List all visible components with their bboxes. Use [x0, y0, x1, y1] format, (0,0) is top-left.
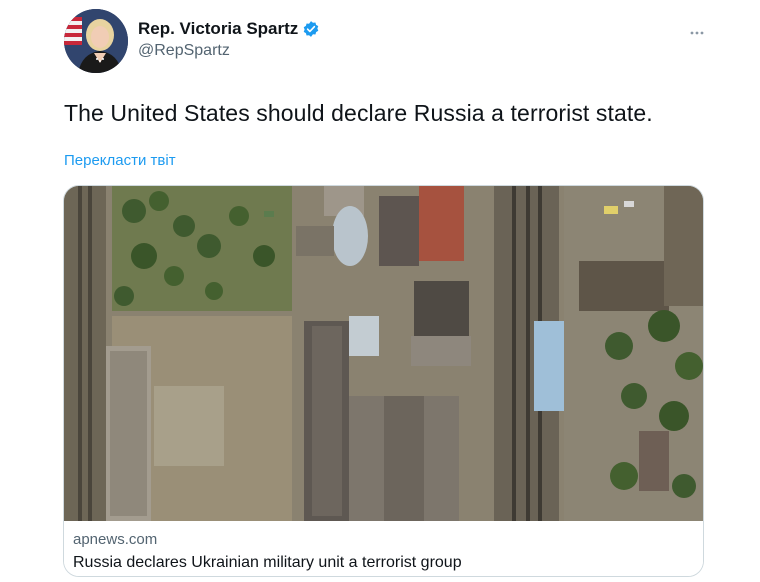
translate-tweet-link[interactable]: Перекласти твіт — [64, 152, 176, 169]
link-card[interactable]: apnews.com Russia declares Ukrainian mil… — [63, 185, 704, 577]
satellite-image[interactable] — [64, 186, 703, 521]
link-card-domain: apnews.com — [73, 531, 158, 548]
tweet-text: The United States should declare Russia … — [64, 100, 653, 126]
author-name[interactable]: Rep. Victoria Spartz — [138, 19, 298, 39]
author-name-row[interactable]: Rep. Victoria Spartz — [138, 19, 320, 39]
author-avatar[interactable] — [64, 9, 128, 73]
link-card-title[interactable]: Russia declares Ukrainian military unit … — [73, 554, 462, 572]
verified-badge-icon — [302, 20, 320, 38]
ellipsis-icon[interactable] — [690, 22, 704, 38]
link-card-footer[interactable]: apnews.com Russia declares Ukrainian mil… — [64, 521, 703, 576]
author-handle[interactable]: @RepSpartz — [138, 42, 230, 60]
